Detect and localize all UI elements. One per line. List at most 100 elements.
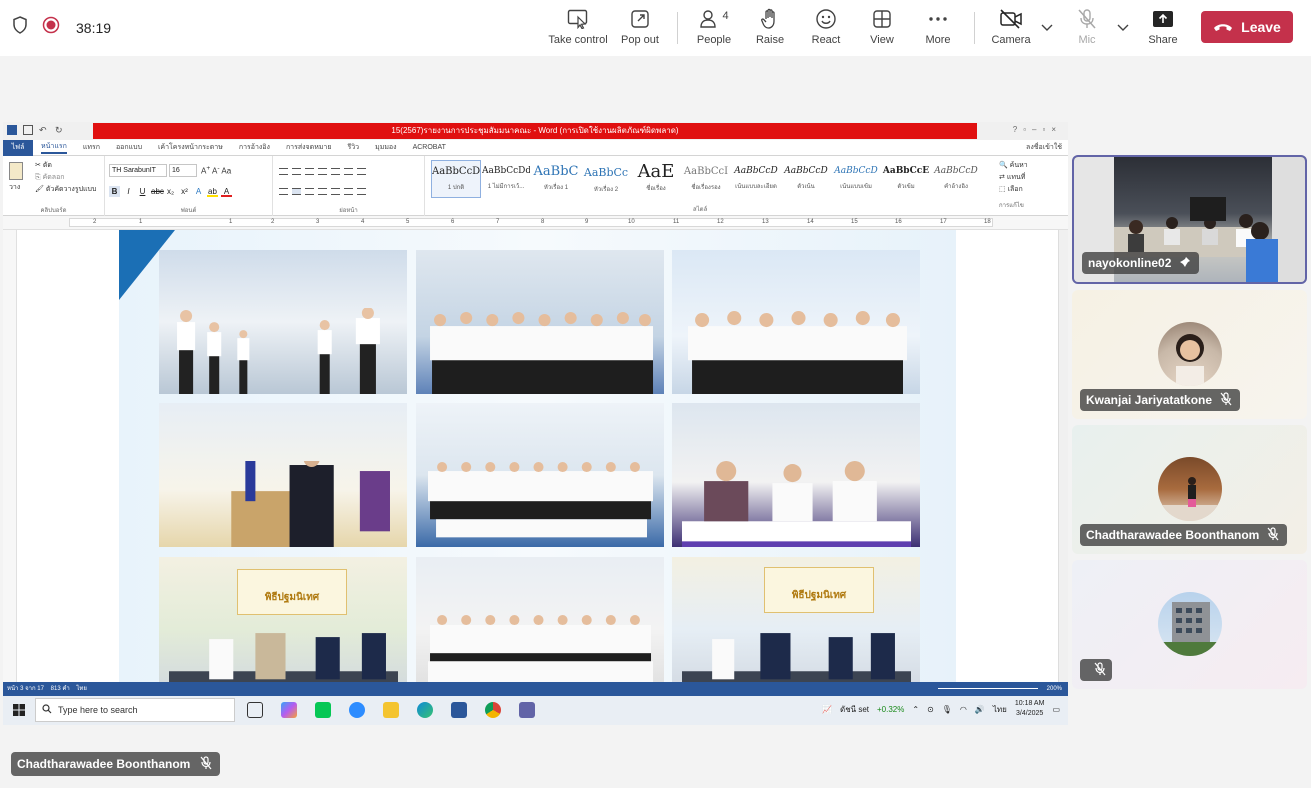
copy-button[interactable]: ⎘ คัดลอก (35, 172, 65, 183)
teams-app-icon[interactable] (519, 702, 535, 718)
take-control-icon (567, 8, 589, 30)
strikethrough-button[interactable]: abc (151, 186, 164, 197)
windows-taskbar: Type here to search 📈 ดัชนี set +0.32% ⌃… (3, 696, 1068, 725)
superscript-button[interactable]: x² (179, 186, 190, 197)
raise-hand-button[interactable]: Raise (740, 8, 800, 50)
taskbar-search-input[interactable]: Type here to search (35, 698, 235, 722)
participant-tile[interactable]: Kwanjai Jariyatatkone (1072, 290, 1307, 419)
mic-button[interactable]: Mic (1057, 8, 1117, 50)
styles-gallery: AaBbCcD 1 ปกติ AaBbCcDd 1 ไม่มีการเว้... A… (431, 160, 981, 200)
align-buttons[interactable] (279, 188, 366, 195)
style-strong[interactable]: AaBbCcE ตัวเข้ม (881, 160, 931, 198)
style-heading-2[interactable]: AaBbCc หัวเรื่อง 2 (581, 160, 631, 198)
network-icon[interactable]: ⊙ (927, 705, 934, 714)
chevron-up-icon[interactable]: ⌃ (912, 705, 919, 714)
italic-button[interactable]: I (123, 186, 134, 197)
highlight-button[interactable]: ab (207, 186, 218, 197)
people-button[interactable]: 4 People (684, 8, 744, 50)
tab-references[interactable]: การอ้างอิง (239, 142, 270, 153)
tab-insert[interactable]: แทรก (83, 142, 100, 153)
font-grow-shrink[interactable]: A+ A- Aa (201, 165, 231, 176)
vertical-scrollbar[interactable] (1058, 230, 1068, 682)
tab-layout[interactable]: เค้าโครงหน้ากระดาษ (158, 142, 223, 153)
bold-button[interactable]: B (109, 186, 120, 197)
mic-options-chevron-icon[interactable] (1117, 19, 1129, 37)
copilot-icon[interactable] (281, 702, 297, 718)
sign-in-link[interactable]: ลงชื่อเข้าใช้ (1026, 142, 1062, 153)
taskbar-clock[interactable]: 10:18 AM 3/4/2025 (1015, 699, 1045, 719)
style-normal[interactable]: AaBbCcD 1 ปกติ (431, 160, 481, 198)
file-explorer-icon[interactable] (383, 702, 399, 718)
participant-tile[interactable] (1072, 560, 1307, 689)
line-app-icon[interactable] (315, 702, 331, 718)
word-app-icon[interactable] (451, 702, 467, 718)
participant-name-chip: Kwanjai Jariyatatkone (1080, 389, 1241, 411)
view-button[interactable]: View (852, 8, 912, 50)
edge-browser-icon[interactable] (417, 702, 433, 718)
pin-icon[interactable] (1179, 256, 1191, 271)
tab-review[interactable]: รีวิว (347, 142, 359, 153)
quick-access-toolbar: ↶ ↻ (7, 125, 65, 135)
zoom-level[interactable]: 200% (1047, 682, 1062, 696)
style-subtitle[interactable]: AaBbCcI ชื่อเรื่องรอง (681, 160, 731, 198)
text-effects-button[interactable]: A (193, 186, 204, 197)
horizontal-ruler[interactable]: 2 1 1 2 3 4 5 6 7 8 9 10 11 12 13 14 15 … (3, 216, 1068, 230)
window-controls[interactable]: ?▫–▫× (1013, 125, 1062, 134)
more-button[interactable]: More (908, 8, 968, 50)
tab-file[interactable]: ไฟล์ (3, 139, 33, 156)
font-size-select[interactable]: 16 (169, 164, 197, 177)
participant-name-chip: Chadtharawadee Boonthanom (1080, 524, 1288, 546)
windows-start-icon[interactable] (13, 704, 25, 716)
style-no-spacing[interactable]: AaBbCcDd 1 ไม่มีการเว้... (481, 160, 531, 198)
chrome-browser-icon[interactable] (485, 702, 501, 718)
participant-tile[interactable]: Chadtharawadee Boonthanom (1072, 425, 1307, 554)
style-subtle-emphasis[interactable]: AaBbCcD เน้นแบบละเอียด (731, 160, 781, 198)
wifi-icon[interactable]: ◠ (960, 705, 967, 714)
zoom-slider[interactable] (938, 688, 1038, 689)
paste-button[interactable]: วาง (9, 162, 25, 192)
take-control-button[interactable]: Take control (548, 8, 608, 50)
font-name-select[interactable]: TH SarabunIT (109, 164, 167, 177)
notification-icon[interactable]: ▭ (1052, 705, 1060, 714)
participant-tile[interactable]: nayokonline02 (1072, 155, 1307, 284)
leave-button[interactable]: Leave (1201, 11, 1293, 43)
word-title-bar: ↶ ↻ 15(2567)รายงานการประชุมสัมมนาคณะ - W… (3, 122, 1068, 140)
react-button[interactable]: React (796, 8, 856, 50)
camera-button[interactable]: Camera (981, 8, 1041, 50)
input-language[interactable]: ไทย (993, 703, 1007, 716)
subscript-button[interactable]: x₂ (165, 186, 176, 197)
save-icon[interactable] (23, 125, 33, 135)
replace-button[interactable]: ⇄ แทนที่ (999, 172, 1028, 184)
stock-name[interactable]: ดัชนี set (840, 703, 869, 716)
undo-icon[interactable]: ↶ (39, 125, 49, 135)
style-title[interactable]: AaE ชื่อเรื่อง (631, 160, 681, 198)
document-page[interactable]: พิธีปฐมนิเทศ พิธีปฐมนิเทศ (119, 230, 956, 682)
style-emphasis[interactable]: AaBbCcD ตัวเน้น (781, 160, 831, 198)
volume-icon[interactable]: 🔊 (975, 705, 985, 714)
style-intense-emphasis[interactable]: AaBbCcD เน้นแบบเข้ม (831, 160, 881, 198)
task-view-icon[interactable] (247, 702, 263, 718)
redo-icon[interactable]: ↻ (55, 125, 65, 135)
camera-options-chevron-icon[interactable] (1041, 19, 1053, 37)
tab-home[interactable]: หน้าแรก (41, 141, 67, 154)
tab-mailings[interactable]: การส่งจดหมาย (286, 142, 332, 153)
participant-name-chip (1080, 659, 1112, 681)
style-quote[interactable]: AaBbCcD คำอ้างอิง (931, 160, 981, 198)
cut-button[interactable]: ✂ ตัด (35, 160, 52, 171)
font-color-button[interactable]: A (221, 186, 232, 197)
underline-button[interactable]: U (137, 186, 148, 197)
find-button[interactable]: 🔍 ค้นหา (999, 160, 1028, 172)
format-painter-button[interactable]: 🖌 ตัวคัดวางรูปแบบ (35, 184, 96, 195)
list-buttons[interactable] (279, 168, 366, 175)
style-heading-1[interactable]: AaBbC หัวเรื่อง 1 (531, 160, 581, 198)
tab-acrobat[interactable]: ACROBAT (413, 144, 446, 151)
mic-tray-icon[interactable]: 🎙 (942, 705, 952, 714)
document-area[interactable]: พิธีปฐมนิเทศ พิธีปฐมนิเทศ (3, 230, 1068, 682)
tab-view[interactable]: มุมมอง (375, 142, 396, 153)
select-button[interactable]: ⬚ เลือก (999, 184, 1028, 196)
tab-design[interactable]: ออกแบบ (116, 142, 142, 153)
stock-change: +0.32% (877, 704, 905, 714)
pop-out-button[interactable]: Pop out (610, 8, 670, 50)
share-button[interactable]: Share (1133, 8, 1193, 50)
zoom-app-icon[interactable] (349, 702, 365, 718)
